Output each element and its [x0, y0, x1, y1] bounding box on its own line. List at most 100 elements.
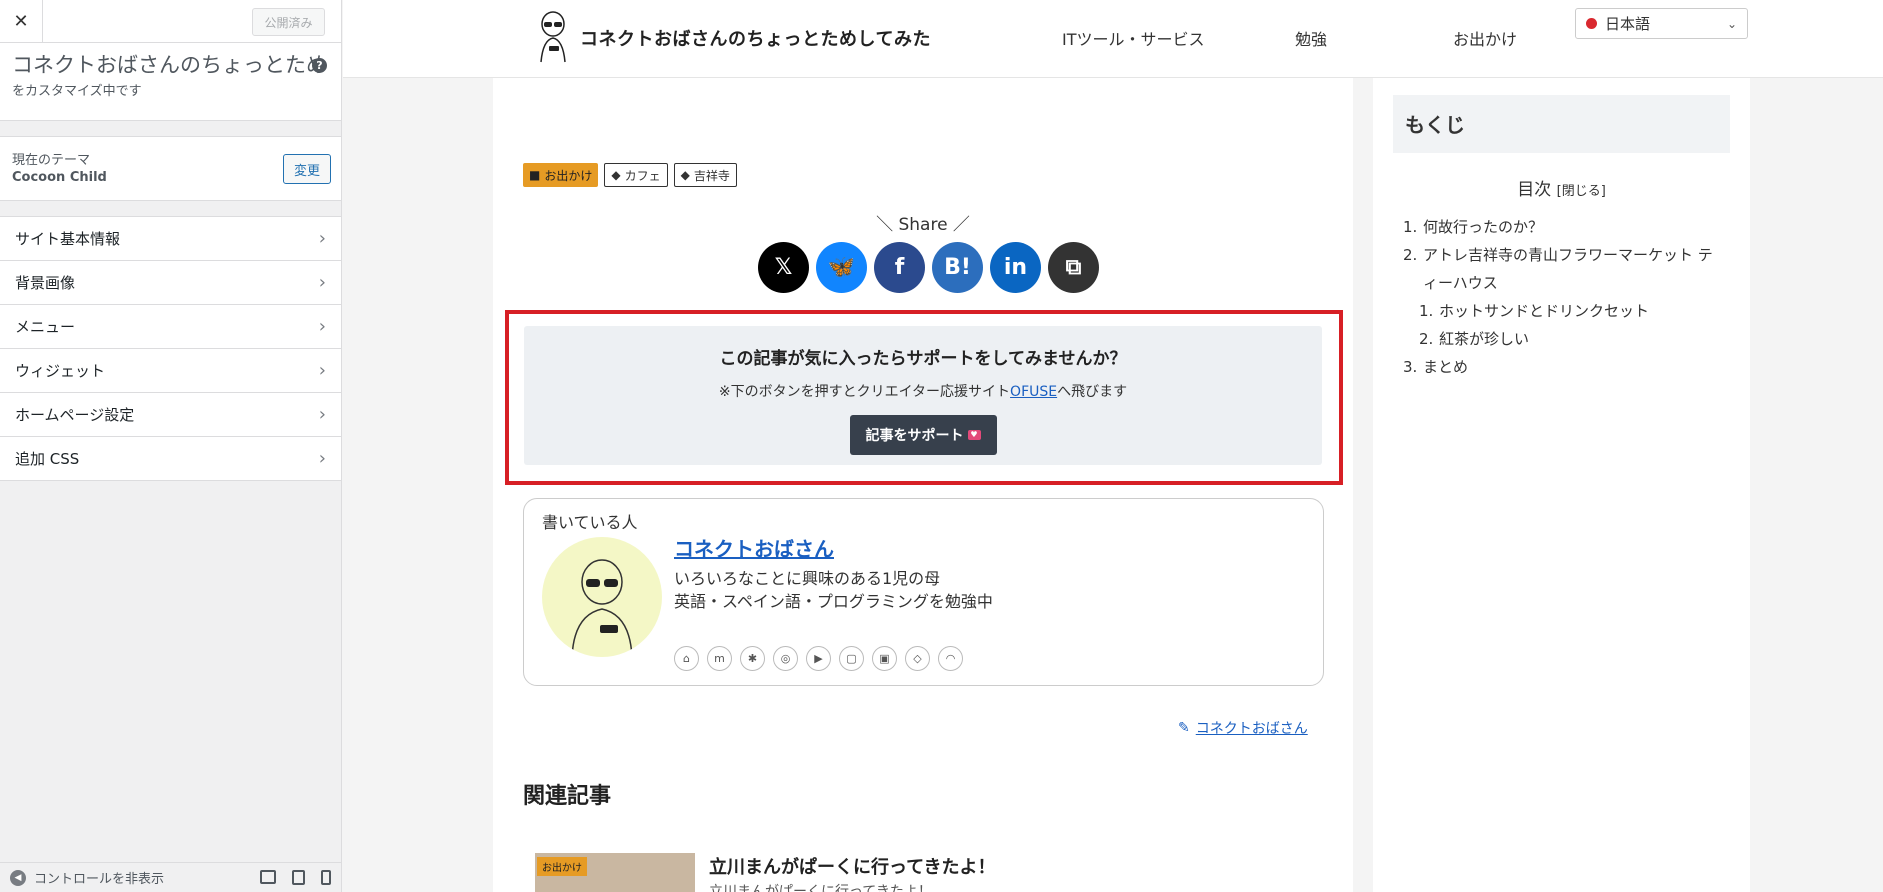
chevron-right-icon: › [318, 316, 326, 337]
author-name-link[interactable]: コネクトおばさん [674, 533, 834, 562]
toc-item-number: 2. [1419, 330, 1434, 348]
menu-item-label: ウィジェット [15, 362, 106, 380]
site-logo[interactable]: コネクトおばさんのちょっとためしてみた [533, 10, 931, 66]
theme-section: 現在のテーマ Cocoon Child 変更 [0, 136, 341, 201]
related-article-card[interactable]: お出かけ 立川まんがぱーくに行ってきたよ！ 立川まんがぱーくに行ってきたよ！ [535, 853, 1335, 892]
share-bluesky-button[interactable]: 🦋 [816, 242, 867, 293]
desktop-icon[interactable] [260, 870, 276, 884]
customizer-header: ✕ 公開済み [0, 0, 341, 43]
collapse-icon[interactable]: ◀ [10, 869, 26, 886]
toc-item-label: 紅茶が珍しい [1439, 330, 1530, 348]
x-icon: 𝕏 [774, 255, 793, 280]
chevron-right-icon: › [318, 404, 326, 425]
hide-controls-button[interactable]: コントロールを非表示 [34, 868, 164, 887]
folder-icon: ■ [529, 168, 541, 182]
nav-item-study[interactable]: 勉強 [1295, 26, 1327, 50]
rss-icon[interactable]: ◠ [938, 646, 963, 671]
change-theme-button[interactable]: 変更 [283, 154, 331, 184]
customizer-site-title: コネクトおばさんのちょっとため… [12, 53, 322, 77]
article-content: ■ お出かけ ◆ カフェ ◆ 吉祥寺 ＼ Share ／ 𝕏 🦋 f B! in ⧉ … [493, 78, 1353, 892]
site-title[interactable]: コネクトおばさんのちょっとためしてみた [580, 25, 931, 51]
support-highlight-box: この記事が気に入ったらサポートをしてみませんか？ ※下のボタンを押すとクリエイタ… [505, 310, 1343, 485]
post-author-link[interactable]: ✎ コネクトおばさん [1178, 718, 1308, 738]
mobile-icon[interactable] [321, 870, 331, 885]
support-button[interactable]: 記事をサポート ♥ [849, 415, 997, 455]
site-header: コネクトおばさんのちょっとためしてみた ITツール・サービス 勉強 お出かけ 日… [343, 0, 1883, 78]
author-desc-line: 英語・スペイン語・プログラミングを勉強中 [674, 592, 993, 611]
related-heading: 関連記事 [523, 784, 612, 809]
bluesky-icon: 🦋 [827, 255, 856, 280]
mastodon-icon[interactable]: m [707, 646, 732, 671]
tag-kichijoji[interactable]: ◆ 吉祥寺 [673, 163, 737, 187]
author-social-links: ⌂ m ✱ ◎ ▶ ▢ ▣ ◇ ◠ [674, 646, 963, 671]
author-link-text: コネクトおばさん [1195, 721, 1308, 737]
logo-avatar-icon [533, 10, 573, 66]
toc-item-label: ホットサンドとドリンクセット [1439, 302, 1650, 320]
twitch-icon[interactable]: ▣ [872, 646, 897, 671]
support-text: ※下のボタンを押すとクリエイター応援サイトOFUSEへ飛びます [524, 381, 1322, 401]
menu-item-site-identity[interactable]: サイト基本情報 › [0, 217, 341, 261]
related-thumbnail[interactable]: お出かけ [535, 853, 695, 892]
tablet-icon[interactable] [292, 870, 305, 885]
customizer-footer: ◀ コントロールを非表示 [0, 862, 341, 892]
linkedin-icon: in [1003, 255, 1028, 280]
toc-widget-heading: もくじ [1393, 95, 1730, 153]
help-icon[interactable]: ? [312, 58, 327, 73]
ofuse-link[interactable]: OFUSE [1010, 384, 1057, 400]
instagram-icon[interactable]: ◎ [773, 646, 798, 671]
menu-item-widgets[interactable]: ウィジェット › [0, 349, 341, 393]
toc-item-number: 1. [1403, 218, 1418, 236]
toc-item[interactable]: 2. アトレ吉祥寺の青山フラワーマーケット ティーハウス [1403, 241, 1723, 297]
toc-item[interactable]: 1. 何故行ったのか？ [1403, 213, 1723, 241]
customizer-panel: ✕ 公開済み コネクトおばさんのちょっとため… をカスタマイズ中です ? 現在の… [0, 0, 342, 892]
copy-icon: ⧉ [1065, 255, 1082, 280]
toc-item-number: 2. [1403, 246, 1418, 264]
related-title[interactable]: 立川まんがぱーくに行ってきたよ！ [709, 853, 996, 879]
menu-item-additional-css[interactable]: 追加 CSS › [0, 437, 341, 481]
pencil-icon: ✎ [1178, 720, 1190, 736]
youtube-icon[interactable]: ▶ [806, 646, 831, 671]
share-facebook-button[interactable]: f [874, 242, 925, 293]
menu-item-background-image[interactable]: 背景画像 › [0, 261, 341, 305]
theme-name: Cocoon Child [12, 170, 107, 185]
device-switcher [260, 870, 331, 885]
close-icon[interactable]: ✕ [0, 0, 43, 43]
menu-item-homepage-settings[interactable]: ホームページ設定 › [0, 393, 341, 437]
share-x-button[interactable]: 𝕏 [758, 242, 809, 293]
toc-subitem[interactable]: 1. ホットサンドとドリンクセット [1403, 297, 1723, 325]
note-icon[interactable]: ▢ [839, 646, 864, 671]
toc-title-text: 目次 [1517, 180, 1552, 200]
toc-toggle-button[interactable]: [閉じる] [1557, 184, 1606, 199]
heart-icon: ♥ [967, 430, 981, 440]
toc-item[interactable]: 3. まとめ [1403, 353, 1723, 381]
nav-item-it-tools[interactable]: ITツール・サービス [1062, 26, 1205, 50]
nav-item-outing[interactable]: お出かけ [1453, 26, 1517, 50]
feedly-icon[interactable]: ◇ [905, 646, 930, 671]
copy-link-button[interactable]: ⧉ [1048, 242, 1099, 293]
share-hatena-button[interactable]: B! [932, 242, 983, 293]
sidebar-toc: もくじ 目次 [閉じる] 1. 何故行ったのか？ 2. アトレ吉祥寺の青山フラワーマ… [1373, 78, 1750, 892]
chevron-right-icon: › [318, 228, 326, 249]
bluesky-icon[interactable]: ✱ [740, 646, 765, 671]
japan-flag-icon [1586, 18, 1597, 29]
publish-button[interactable]: 公開済み [252, 8, 325, 36]
share-linkedin-button[interactable]: in [990, 242, 1041, 293]
language-select[interactable]: 日本語 ⌄ [1575, 8, 1748, 39]
tag-cafe[interactable]: ◆ カフェ [604, 163, 668, 187]
tag-icon: ◆ [611, 168, 621, 182]
menu-item-label: 背景画像 [15, 274, 76, 292]
menu-item-label: ホームページ設定 [15, 406, 135, 424]
chevron-right-icon: › [318, 272, 326, 293]
theme-label: 現在のテーマ [12, 153, 91, 168]
menu-item-menus[interactable]: メニュー › [0, 305, 341, 349]
support-panel: この記事が気に入ったらサポートをしてみませんか？ ※下のボタンを押すとクリエイタ… [524, 326, 1322, 465]
toc-item-number: 1. [1419, 302, 1434, 320]
support-button-label: 記事をサポート [865, 428, 964, 444]
support-title: この記事が気に入ったらサポートをしてみませんか？ [719, 349, 1127, 369]
home-icon[interactable]: ⌂ [674, 646, 699, 671]
toc-subitem[interactable]: 2. 紅茶が珍しい [1403, 325, 1723, 353]
toc-title: 目次 [閉じる] [1373, 175, 1750, 200]
support-text-after: へ飛びます [1057, 384, 1128, 400]
support-text-before: ※下のボタンを押すとクリエイター応援サイト [718, 384, 1011, 400]
category-badge-outing[interactable]: ■ お出かけ [523, 163, 599, 187]
